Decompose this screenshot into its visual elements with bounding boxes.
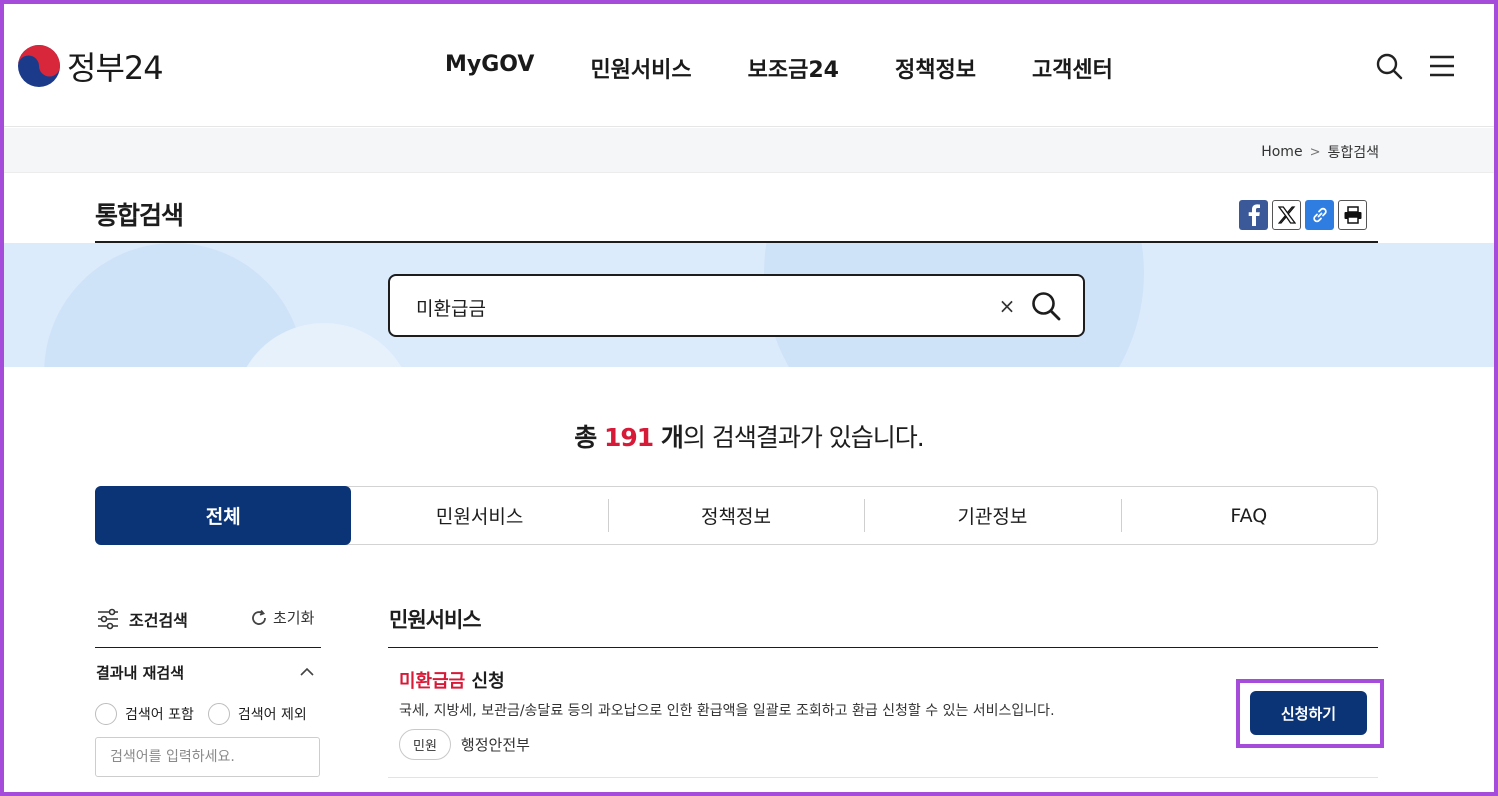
radio-include-label[interactable]: 검색어 포함 — [125, 704, 194, 724]
nav-civil-service[interactable]: 민원서비스 — [590, 52, 691, 84]
tab-faq[interactable]: FAQ — [1120, 487, 1377, 544]
nav-customer-center[interactable]: 고객센터 — [1032, 52, 1113, 84]
result-count-number: 191 — [603, 423, 654, 452]
main-nav: MyGOV 민원서비스 보조금24 정책정보 고객센터 — [445, 52, 1169, 84]
result-item-description: 국세, 지방세, 보관금/송달료 등의 과오납으로 인한 환급액을 일괄로 조회… — [399, 703, 1055, 719]
x-icon[interactable] — [1272, 200, 1301, 230]
search-box: × — [388, 274, 1085, 337]
filter-divider — [95, 647, 321, 648]
link-icon[interactable] — [1305, 200, 1334, 230]
menu-icon[interactable] — [1428, 52, 1456, 80]
nav-policy-info[interactable]: 정책정보 — [895, 52, 976, 84]
refresh-icon — [252, 609, 266, 625]
radio-include[interactable] — [95, 703, 117, 725]
tab-divider — [607, 499, 609, 532]
clear-search-button[interactable]: × — [996, 294, 1018, 318]
agency-name: 행정안전부 — [460, 736, 530, 754]
radio-exclude-label[interactable]: 검색어 제외 — [238, 704, 307, 724]
reset-filter-button[interactable]: 초기화 — [249, 607, 314, 628]
tab-policy-info[interactable]: 정책정보 — [607, 487, 864, 544]
chevron-right-icon: > — [1309, 144, 1321, 160]
radio-exclude[interactable] — [207, 703, 230, 725]
nav-mygov[interactable]: MyGOV — [445, 52, 534, 84]
breadcrumb: Home > 통합검색 — [1261, 142, 1379, 162]
tab-label: 정책정보 — [701, 506, 771, 528]
site-logo[interactable]: 정부24 — [17, 43, 164, 89]
site-header: 정부24 MyGOV 민원서비스 보조금24 정책정보 고객센터 — [4, 4, 1494, 127]
tab-divider — [864, 499, 866, 532]
result-count-suffix: 의 검색결과가 있습니다. — [682, 423, 925, 452]
result-count-text: 총 191 개의 검색결과가 있습니다. — [0, 418, 1498, 454]
tab-label: 민원서비스 — [435, 506, 524, 528]
search-input[interactable] — [416, 294, 976, 320]
logo-text: 정부24 — [67, 49, 164, 87]
result-item-meta: 민원 행정안전부 — [399, 729, 530, 760]
result-tabs: 전체 민원서비스 정책정보 기관정보 FAQ — [95, 486, 1378, 545]
result-count-prefix: 총 — [574, 423, 604, 452]
filter-title: 조건검색 — [129, 611, 188, 630]
breadcrumb-band: Home > 통합검색 — [4, 128, 1494, 173]
tab-divider — [1120, 499, 1122, 532]
tab-label: 기관정보 — [957, 506, 1028, 528]
chevron-up-icon[interactable] — [298, 663, 316, 681]
nav-subsidy24[interactable]: 보조금24 — [748, 52, 839, 84]
category-tag: 민원 — [399, 729, 451, 760]
result-item: 미환급금 신청 국세, 지방세, 보관금/송달료 등의 과오납으로 인한 환급액… — [388, 648, 1378, 778]
breadcrumb-home[interactable]: Home — [1261, 144, 1302, 160]
taegeuk-logo-icon — [18, 45, 60, 87]
apply-button[interactable]: 신청하기 — [1250, 691, 1367, 735]
page-title: 통합검색 — [95, 201, 184, 230]
reset-label: 초기화 — [273, 609, 315, 627]
facebook-icon[interactable] — [1239, 200, 1268, 230]
print-icon[interactable] — [1338, 200, 1367, 230]
refine-options: 검색어 포함 검색어 제외 — [95, 703, 307, 725]
refine-search-input[interactable] — [95, 737, 320, 777]
result-item-title[interactable]: 미환급금 신청 — [399, 667, 505, 693]
share-buttons — [1239, 200, 1367, 230]
filter-sliders-icon — [98, 608, 118, 630]
section-title: 민원서비스 — [389, 608, 482, 632]
filter-header: 조건검색 초기화 — [97, 607, 321, 631]
search-submit-icon[interactable] — [1030, 290, 1062, 322]
title-rest: 신청 — [465, 671, 505, 692]
tab-agency-info[interactable]: 기관정보 — [864, 487, 1120, 544]
result-count-unit: 개 — [653, 423, 684, 452]
tab-civil-service[interactable]: 민원서비스 — [351, 487, 607, 544]
title-highlight: 미환급금 — [399, 671, 466, 692]
tab-all[interactable]: 전체 — [95, 486, 352, 545]
search-icon[interactable] — [1375, 52, 1403, 80]
tab-label: FAQ — [1230, 504, 1268, 527]
breadcrumb-current: 통합검색 — [1327, 145, 1379, 161]
refine-search-title: 결과내 재검색 — [96, 664, 185, 682]
